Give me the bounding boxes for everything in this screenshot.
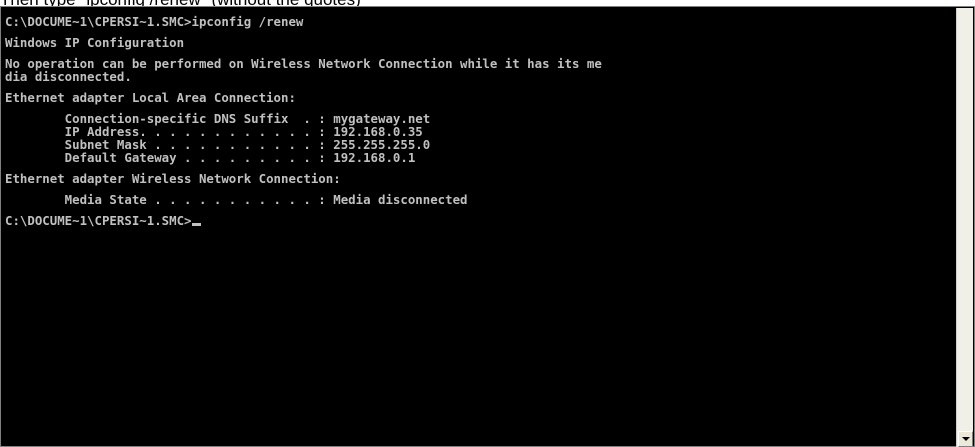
console-prompt-line[interactable]: C:\DOCUME~1\CPERSI~1.SMC> bbox=[5, 214, 953, 227]
vertical-scrollbar[interactable] bbox=[956, 8, 973, 447]
console-line: Media State . . . . . . . . . . . : Medi… bbox=[5, 192, 468, 207]
command-prompt-window: C:\DOCUME~1\CPERSI~1.SMC>ipconfig /renew… bbox=[0, 6, 975, 447]
console-line: C:\DOCUME~1\CPERSI~1.SMC>ipconfig /renew bbox=[5, 15, 304, 29]
console-output[interactable]: C:\DOCUME~1\CPERSI~1.SMC>ipconfig /renew… bbox=[5, 15, 953, 443]
console-line: No operation can be performed on Wireles… bbox=[5, 56, 602, 71]
console-prompt-text: C:\DOCUME~1\CPERSI~1.SMC> bbox=[5, 213, 192, 228]
console-line: Ethernet adapter Local Area Connection: bbox=[5, 90, 296, 105]
console-line: Default Gateway . . . . . . . . . : 192.… bbox=[5, 150, 416, 165]
text-cursor bbox=[191, 223, 201, 226]
console-line: dia disconnected. bbox=[5, 69, 132, 84]
console-line: Ethernet adapter Wireless Network Connec… bbox=[5, 171, 341, 186]
scroll-down-button[interactable] bbox=[958, 431, 973, 447]
console-line: Windows IP Configuration bbox=[5, 35, 185, 50]
